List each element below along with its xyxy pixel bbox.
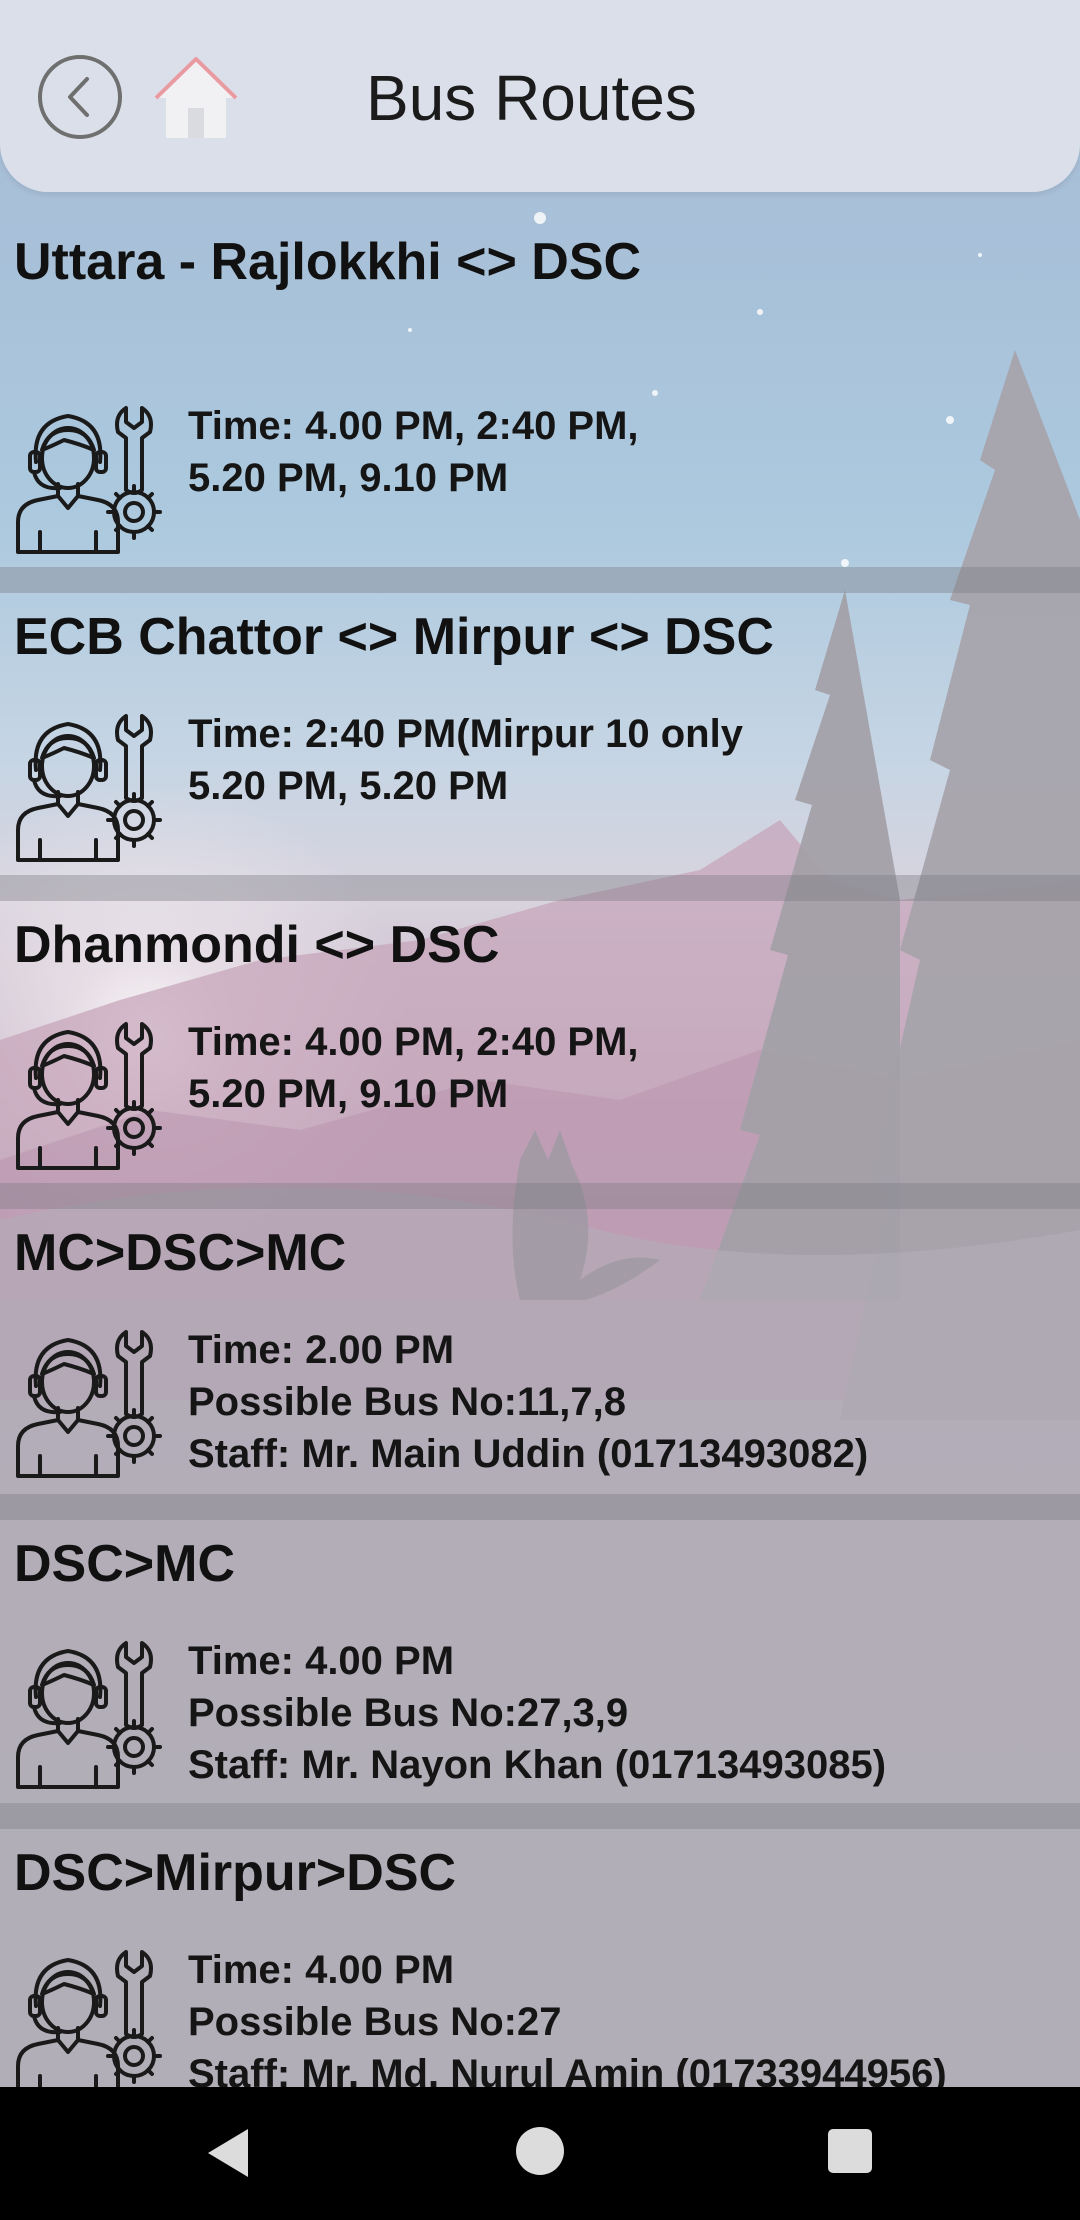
detail-line: 5.20 PM, 9.10 PM xyxy=(188,1072,509,1116)
route-list[interactable]: Uttara - Rajlokkhi <> DSC Time: 4.00 PM,… xyxy=(0,192,1080,2087)
detail-line: Time: 4.00 PM, 2:40 PM, xyxy=(188,404,639,448)
route-name: ECB Chattor <> Mirpur <> DSC xyxy=(14,608,774,666)
route-card[interactable]: DSC>Mirpur>DSC Time: 4.00 PM Possible Bu… xyxy=(0,1829,1080,2087)
divider xyxy=(0,1183,1080,1209)
route-details: Time: 4.00 PM Possible Bus No:27 Staff: … xyxy=(188,1944,947,2087)
back-button[interactable] xyxy=(38,55,122,139)
support-staff-gear-icon xyxy=(16,1330,162,1478)
support-staff-gear-icon xyxy=(16,1022,162,1170)
divider xyxy=(0,1494,1080,1520)
nav-recents-icon[interactable] xyxy=(828,2129,872,2173)
app-header: Bus Routes xyxy=(0,0,1080,192)
detail-line: Staff: Mr. Nayon Khan (01713493085) xyxy=(188,1743,887,1787)
detail-line: Possible Bus No:27 xyxy=(188,2000,562,2044)
route-card[interactable]: Dhanmondi <> DSC Time: 4.00 PM, 2:40 PM,… xyxy=(0,901,1080,1183)
nav-back-icon[interactable] xyxy=(200,2125,256,2181)
route-card[interactable]: DSC>MC Time: 4.00 PM Possible Bus No:27,… xyxy=(0,1520,1080,1803)
route-details: Time: 4.00 PM, 2:40 PM, 5.20 PM, 9.10 PM xyxy=(188,1016,639,1120)
route-name: Dhanmondi <> DSC xyxy=(14,916,500,974)
home-icon xyxy=(154,57,238,138)
detail-line: Time: 4.00 PM xyxy=(188,1948,455,1992)
detail-line: Time: 4.00 PM xyxy=(188,1639,455,1683)
divider xyxy=(0,1803,1080,1829)
route-details: Time: 2:40 PM(Mirpur 10 only 5.20 PM, 5.… xyxy=(188,708,743,812)
detail-line: 5.20 PM, 5.20 PM xyxy=(188,764,509,808)
detail-line: Time: 2.00 PM xyxy=(188,1328,455,1372)
page-title: Bus Routes xyxy=(366,62,697,134)
detail-line: Time: 2:40 PM(Mirpur 10 only xyxy=(188,712,743,756)
route-details: Time: 4.00 PM, 2:40 PM, 5.20 PM, 9.10 PM xyxy=(188,400,639,504)
support-staff-gear-icon xyxy=(16,1950,162,2087)
route-details: Time: 4.00 PM Possible Bus No:27,3,9 Sta… xyxy=(188,1635,886,1791)
route-name: Uttara - Rajlokkhi <> DSC xyxy=(14,233,642,291)
home-button[interactable] xyxy=(152,54,240,140)
nav-home-icon[interactable] xyxy=(516,2127,564,2175)
detail-line: Staff: Mr. Main Uddin (01713493082) xyxy=(188,1432,869,1476)
route-details: Time: 2.00 PM Possible Bus No:11,7,8 Sta… xyxy=(188,1324,868,1480)
detail-line: Possible Bus No:11,7,8 xyxy=(188,1380,626,1424)
route-name: DSC>Mirpur>DSC xyxy=(14,1844,457,1902)
detail-line: Possible Bus No:27,3,9 xyxy=(188,1691,629,1735)
divider xyxy=(0,875,1080,901)
route-card[interactable]: ECB Chattor <> Mirpur <> DSC Time: 2:40 … xyxy=(0,593,1080,875)
route-name: MC>DSC>MC xyxy=(14,1224,347,1282)
detail-line: Staff: Mr. Md. Nurul Amin (01733944956) xyxy=(188,2052,947,2087)
detail-line: Time: 4.00 PM, 2:40 PM, xyxy=(188,1020,639,1064)
detail-line: 5.20 PM, 9.10 PM xyxy=(188,456,509,500)
support-staff-gear-icon xyxy=(16,406,162,554)
divider xyxy=(0,567,1080,593)
route-card[interactable]: Uttara - Rajlokkhi <> DSC Time: 4.00 PM,… xyxy=(0,192,1080,567)
support-staff-gear-icon xyxy=(16,714,162,862)
route-card[interactable]: MC>DSC>MC Time: 2.00 PM Possible Bus No:… xyxy=(0,1209,1080,1494)
route-name: DSC>MC xyxy=(14,1535,236,1593)
system-navigation-bar xyxy=(0,2087,1080,2220)
chevron-left-icon xyxy=(68,77,89,117)
support-staff-gear-icon xyxy=(16,1641,162,1789)
